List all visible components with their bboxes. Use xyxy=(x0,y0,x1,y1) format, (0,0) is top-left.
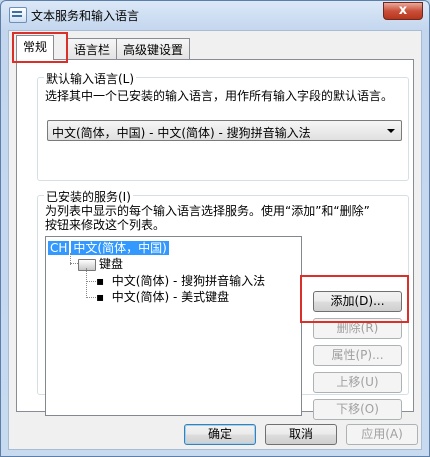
language-code: CH xyxy=(48,241,70,255)
apply-button[interactable]: 应用(A) xyxy=(346,424,418,445)
tree-keyboard-node[interactable]: 键盘 xyxy=(78,255,123,272)
title-bar: 文本服务和输入语言 x xyxy=(1,1,429,29)
tree-item-sogou[interactable]: ▪ 中文(简体) - 搜狗拼音输入法 xyxy=(96,272,265,289)
tree-connector xyxy=(86,297,96,298)
close-icon: x xyxy=(398,3,408,18)
add-button[interactable]: 添加(D)... xyxy=(313,291,402,312)
default-language-legend: 默认输入语言(L) xyxy=(44,70,137,87)
move-up-button-label: 上移(U) xyxy=(336,375,379,389)
tree-language-node[interactable]: CH 中文(简体，中国) xyxy=(48,239,169,256)
cancel-button-label: 取消 xyxy=(288,427,313,441)
tree-item-us-keyboard[interactable]: ▪ 中文(简体) - 美式键盘 xyxy=(96,288,229,305)
tree-item-sogou-label: 中文(简体) - 搜狗拼音输入法 xyxy=(111,274,266,288)
keyboard-app-icon xyxy=(9,7,27,23)
remove-button-label: 删除(R) xyxy=(336,321,379,335)
bullet-icon: ▪ xyxy=(96,274,105,288)
remove-button[interactable]: 删除(R) xyxy=(313,318,402,339)
default-language-description: 选择其中一个已安装的输入语言，用作所有输入字段的默认语言。 xyxy=(45,89,394,103)
tab-page-general: 默认输入语言(L) 选择其中一个已安装的输入语言，用作所有输入字段的默认语言。 … xyxy=(16,59,414,420)
tree-item-us-keyboard-label: 中文(简体) - 美式键盘 xyxy=(111,290,230,304)
properties-button-label: 属性(P)... xyxy=(331,348,384,362)
bullet-icon: ▪ xyxy=(96,290,105,304)
move-down-button[interactable]: 下移(O) xyxy=(313,399,402,420)
move-up-button[interactable]: 上移(U) xyxy=(313,372,402,393)
services-tree[interactable]: CH 中文(简体，中国) 键盘 ▪ 中文(简体) - 搜狗拼音输入法 ▪ 中文(简… xyxy=(45,236,302,416)
properties-button[interactable]: 属性(P)... xyxy=(313,345,402,366)
keyboard-category-label: 键盘 xyxy=(99,257,124,271)
keyboard-icon xyxy=(78,258,96,271)
cancel-button[interactable]: 取消 xyxy=(265,424,337,445)
chevron-down-icon xyxy=(387,129,395,133)
tab-general[interactable]: 常规 xyxy=(16,35,55,60)
tab-advanced-label: 高级键设置 xyxy=(123,43,184,57)
tab-advanced-key-settings[interactable]: 高级键设置 xyxy=(116,38,191,59)
services-description-line2: 按钮来修改这个列表。 xyxy=(45,218,166,232)
default-language-value: 中文(简体，中国) - 中文(简体) - 搜狗拼音输入法 xyxy=(52,126,311,140)
tab-general-label: 常规 xyxy=(23,40,48,54)
tree-connector xyxy=(86,281,96,282)
ok-button[interactable]: 确定 xyxy=(184,424,256,445)
language-name: 中文(简体，中国) xyxy=(71,241,169,255)
default-language-dropdown[interactable]: 中文(简体，中国) - 中文(简体) - 搜狗拼音输入法 xyxy=(47,120,402,141)
dialog-window: 文本服务和输入语言 x 常规 语言栏 高级键设置 默认输入语言(L) 选择其中一… xyxy=(0,0,430,457)
ok-button-label: 确定 xyxy=(207,427,232,441)
apply-button-label: 应用(A) xyxy=(361,427,403,441)
add-button-label: 添加(D)... xyxy=(330,294,385,308)
close-button[interactable]: x xyxy=(383,2,423,20)
dialog-client: 常规 语言栏 高级键设置 默认输入语言(L) 选择其中一个已安装的输入语言，用作… xyxy=(8,30,422,450)
tab-language-bar-label: 语言栏 xyxy=(74,43,111,57)
tab-language-bar[interactable]: 语言栏 xyxy=(67,38,118,59)
move-down-button-label: 下移(O) xyxy=(336,402,379,416)
tree-connector xyxy=(70,263,78,264)
window-title: 文本服务和输入语言 xyxy=(31,9,140,23)
tree-connector xyxy=(86,268,87,298)
